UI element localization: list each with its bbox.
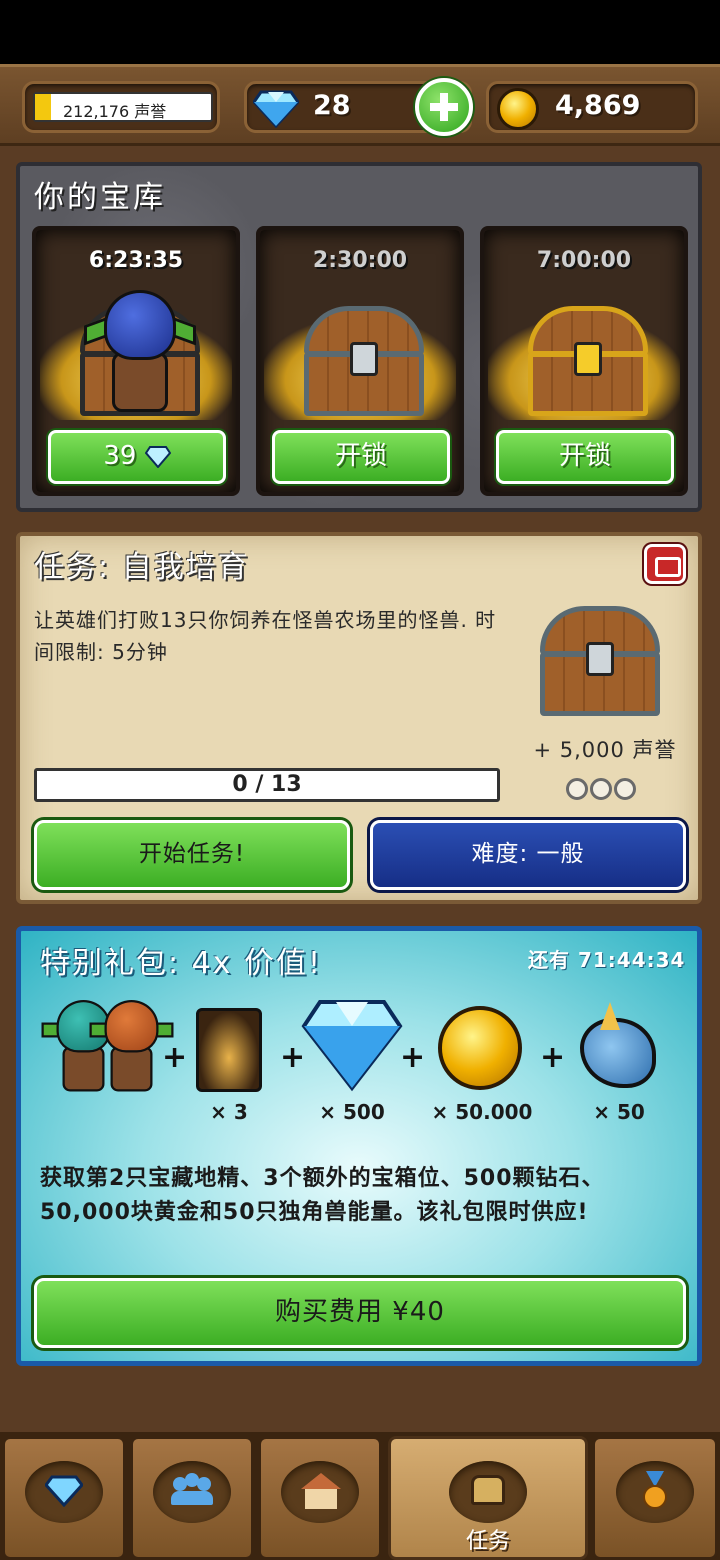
vault-slot-3[interactable]: 7:00:00 开锁: [480, 226, 688, 496]
item-quantity: × 50: [593, 1100, 645, 1124]
gold-coin-icon: [497, 88, 539, 130]
chest-icon: [528, 306, 648, 416]
goblin-icon: [84, 290, 196, 420]
vault-slot-2[interactable]: 2:30:00 开锁: [256, 226, 464, 496]
reputation-display: 212,176 声誉: [22, 81, 220, 133]
item-quantity: × 500: [319, 1100, 385, 1124]
reputation-value: 212,176 声誉: [63, 102, 167, 121]
buy-button[interactable]: 购买费用 ¥40: [34, 1278, 686, 1348]
gold-coin-icon: × 50.000: [430, 996, 534, 1124]
unicorn-icon: × 50: [574, 996, 664, 1124]
tab-shop[interactable]: [2, 1436, 126, 1560]
heroes-icon: [153, 1461, 231, 1523]
item-quantity: × 3: [210, 1100, 248, 1124]
vault-slot-1[interactable]: 6:23:35 39: [32, 226, 240, 496]
reputation-fill: [35, 94, 51, 120]
gold-display: 4,869: [486, 81, 698, 133]
gems-value: 28: [313, 90, 351, 121]
tab-achievements[interactable]: [592, 1436, 718, 1560]
vault-title: 你的宝库: [34, 180, 166, 215]
reward-chest-icon: [540, 606, 660, 716]
mission-title: 任务: 自我培育: [34, 550, 250, 585]
tab-home[interactable]: [258, 1436, 382, 1560]
dot-icon: [614, 778, 636, 800]
mission-progress-bar: 0 / 13: [34, 768, 500, 802]
gems-display: 28: [244, 78, 473, 136]
diamond-icon: [25, 1461, 103, 1523]
diamond-icon: [144, 445, 171, 468]
mission-description: 让英雄们打败13只你饲养在怪兽农场里的怪兽. 时间限制: 5分钟: [34, 608, 497, 664]
gold-value: 4,869: [555, 90, 641, 121]
mission-info-button[interactable]: [644, 544, 686, 584]
offer-title: 特别礼包: 4x 价值!: [40, 946, 323, 981]
tab-heroes[interactable]: [130, 1436, 254, 1560]
offer-description: 获取第2只宝藏地精、3个额外的宝箱位、500颗钻石、50,000块黄金和50只独…: [40, 1166, 605, 1225]
slot-timer: 2:30:00: [312, 248, 408, 273]
reputation-bar: 212,176 声誉: [33, 92, 213, 122]
diamond-icon: × 500: [300, 996, 404, 1124]
house-icon: [281, 1461, 359, 1523]
resource-bar: 212,176 声誉 28 4,869: [0, 64, 720, 146]
speedup-button[interactable]: 39: [48, 430, 226, 484]
unlock-button[interactable]: 开锁: [496, 430, 674, 484]
dot-icon: [590, 778, 612, 800]
status-bar: [0, 0, 720, 64]
speedup-cost: 39: [103, 441, 137, 471]
tab-label: 任务: [465, 1529, 510, 1554]
slot-timer: 7:00:00: [536, 248, 632, 273]
slot-timer: 6:23:35: [88, 248, 184, 273]
offer-timer: 还有 71:44:34: [528, 948, 686, 972]
add-gems-button[interactable]: [415, 78, 473, 136]
plus-sign: +: [540, 1040, 566, 1075]
chest-icon: [304, 306, 424, 416]
plus-sign: +: [162, 1040, 188, 1075]
item-quantity: × 50.000: [431, 1100, 533, 1124]
difficulty-button[interactable]: 难度: 一般: [370, 820, 686, 890]
start-mission-button[interactable]: 开始任务!: [34, 820, 350, 890]
difficulty-dots: [566, 778, 640, 804]
diamond-icon: [253, 90, 299, 128]
chest-icon: [449, 1461, 527, 1523]
goblins-icon: [41, 996, 174, 1096]
chest-slot-icon: × 3: [194, 996, 264, 1124]
medal-icon: [616, 1461, 694, 1523]
dot-icon: [566, 778, 588, 800]
unlock-button[interactable]: 开锁: [272, 430, 450, 484]
plus-sign: +: [400, 1040, 426, 1075]
tab-missions[interactable]: 任务: [388, 1436, 588, 1560]
mission-reward: + 5,000 声誉: [533, 738, 677, 762]
